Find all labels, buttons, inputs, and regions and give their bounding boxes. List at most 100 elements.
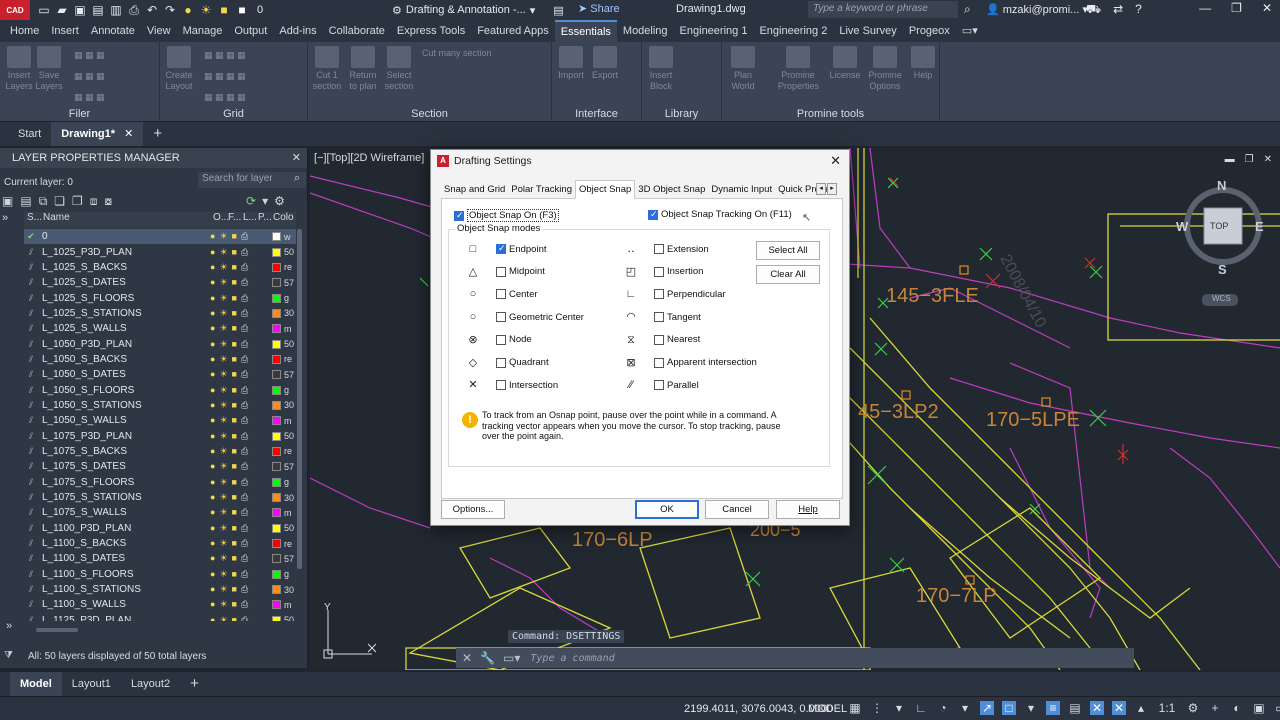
web-mobile-icon[interactable]: ▥ — [110, 3, 122, 17]
insert-block-button[interactable]: Insert Block — [644, 46, 678, 92]
layer-name[interactable]: L_1025_S_FLOORS — [38, 293, 208, 304]
layer-row[interactable]: ⫽ L_1075_S_BACKS ● ☀ ■ ⎙ re — [24, 444, 296, 459]
layer-color-swatch[interactable] — [272, 324, 281, 334]
bulb-on-icon[interactable]: ● — [210, 277, 215, 288]
layer-color-swatch[interactable] — [272, 585, 281, 595]
redo-icon[interactable]: ↷ — [164, 3, 176, 17]
layer-color-swatch[interactable] — [272, 247, 281, 257]
create-layout-button[interactable]: Create Layout — [162, 46, 196, 92]
hardware-acceleration-icon[interactable]: ▣ — [1252, 701, 1266, 715]
layer-row[interactable]: ⫽ L_1100_S_DATES ● ☀ ■ ⎙ 57 — [24, 551, 296, 566]
bulb-on-icon[interactable]: ● — [210, 615, 215, 621]
osnap-dropdown-icon[interactable]: ▾ — [1024, 701, 1038, 715]
tab-3d-object-snap[interactable]: 3D Object Snap — [635, 181, 708, 198]
tab-object-snap[interactable]: Object Snap — [575, 180, 636, 199]
layer-name[interactable]: L_1025_S_WALLS — [38, 323, 208, 334]
dialog-close-button[interactable]: ✕ — [830, 153, 841, 169]
gear-icon[interactable]: ⚙ — [274, 194, 285, 208]
clear-all-button[interactable]: Clear All — [756, 265, 820, 284]
ribbon-tab-modeling[interactable]: Modeling — [617, 20, 674, 42]
unlock-icon[interactable]: ■ — [232, 553, 237, 564]
ribbon-tab-output[interactable]: Output — [228, 20, 273, 42]
snap-mode-perpendicular[interactable]: ∟ Perpendicular — [624, 288, 726, 300]
new-tab-button[interactable]: + — [143, 122, 172, 146]
layer-color-swatch[interactable] — [272, 293, 281, 303]
ribbon-tab-live-survey[interactable]: Live Survey — [833, 20, 902, 42]
plot-icon[interactable]: ⎙ — [241, 431, 248, 442]
gear-icon[interactable]: ⚙ — [1186, 701, 1200, 715]
layer-name[interactable]: L_1100_S_DATES — [38, 553, 208, 564]
layer-name[interactable]: L_1100_S_STATIONS — [38, 584, 208, 595]
snap-mode-extension[interactable]: ․․ Extension — [624, 243, 708, 255]
plot-icon[interactable]: ⎙ — [241, 262, 248, 273]
snap-mode-checkbox[interactable] — [496, 334, 506, 345]
layer-row[interactable]: ⫽ L_1050_P3D_PLAN ● ☀ ■ ⎙ 50 — [24, 336, 296, 351]
exchange-icon[interactable]: ⇄ — [1113, 2, 1123, 18]
return-plan-button[interactable]: Return to plan — [346, 46, 380, 92]
layer-name[interactable]: L_1050_S_WALLS — [38, 415, 208, 426]
layer-color-swatch[interactable] — [272, 615, 281, 621]
snap-mode-checkbox[interactable] — [654, 244, 664, 254]
layer-name[interactable]: L_1050_S_STATIONS — [38, 400, 208, 411]
layer-search-input[interactable]: Search for layer — [198, 172, 306, 188]
layer-color-swatch[interactable] — [272, 523, 281, 533]
set-current-icon[interactable]: ⧇ — [104, 194, 112, 209]
layer-color-swatch[interactable] — [272, 493, 281, 503]
col-name[interactable]: Name — [40, 212, 210, 228]
ribbon-tab-featured-apps[interactable]: Featured Apps — [471, 20, 555, 42]
sun-thaw-icon[interactable]: ☀ — [219, 339, 227, 350]
bulb-on-icon[interactable]: ● — [210, 477, 215, 488]
layer-color-swatch[interactable] — [272, 232, 281, 242]
bulb-on-icon[interactable]: ● — [210, 400, 215, 411]
snap-mode-checkbox[interactable] — [496, 266, 506, 277]
osnap-on-checkbox[interactable]: Object Snap On (F3) — [454, 209, 559, 222]
col-lock[interactable]: L... — [240, 212, 257, 228]
sun-thaw-icon[interactable]: ☀ — [219, 553, 227, 564]
unlock-icon[interactable]: ■ — [232, 446, 237, 457]
layer-states-icon[interactable]: ⧉ — [39, 194, 48, 209]
restore-icon[interactable]: ❐ — [1245, 154, 1254, 165]
unlock-icon[interactable]: ■ — [232, 538, 237, 549]
bulb-on-icon[interactable]: ● — [210, 492, 215, 503]
plot-icon[interactable]: ⎙ — [241, 339, 248, 350]
snap-mode-checkbox[interactable] — [654, 334, 664, 345]
unlock-icon[interactable]: ■ — [232, 400, 237, 411]
plot-icon[interactable]: ⎙ — [241, 385, 248, 396]
unlock-icon[interactable]: ■ — [232, 523, 237, 534]
plan-world-button[interactable]: Plan World — [726, 46, 760, 92]
bulb-on-icon[interactable]: ● — [210, 538, 215, 549]
unlock-icon[interactable]: ■ — [232, 461, 237, 472]
auto-scale-icon[interactable]: ✕ — [1112, 701, 1126, 715]
plot-icon[interactable]: ⎙ — [241, 584, 248, 595]
new-group-filter-icon[interactable]: ▤ — [20, 194, 31, 209]
bulb-on-icon[interactable]: ● — [210, 339, 215, 350]
unlock-icon[interactable]: ■ — [232, 477, 237, 488]
open-folder-icon[interactable]: ▰ — [56, 3, 68, 17]
plot-icon[interactable]: ⎙ — [241, 277, 248, 288]
sun-thaw-icon[interactable]: ☀ — [219, 461, 227, 472]
snap-mode-checkbox[interactable] — [654, 312, 664, 323]
command-input[interactable]: Type a command — [526, 653, 614, 664]
bulb-on-icon[interactable]: ● — [210, 247, 215, 258]
save-icon[interactable]: ▣ — [74, 3, 86, 17]
new-layout-button[interactable]: + — [180, 672, 209, 696]
command-line[interactable]: ✕ 🔧 ▭▾ Type a command — [456, 648, 1134, 668]
snap-mode-parallel[interactable]: ∕∕ Parallel — [624, 379, 699, 391]
help-search-input[interactable]: Type a keyword or phrase — [808, 1, 958, 18]
annotation-scale-icon[interactable]: ▴ — [1134, 701, 1148, 715]
lineweight-icon[interactable]: ≡ — [1046, 701, 1060, 715]
layout-tab-layout2[interactable]: Layout2 — [121, 672, 180, 696]
unlock-icon[interactable]: ■ — [232, 262, 237, 273]
workspace-toggle-icon[interactable]: ▤ — [553, 4, 563, 17]
unlock-icon[interactable]: ■ — [232, 615, 237, 621]
cancel-button[interactable]: Cancel — [705, 500, 769, 519]
layer-name[interactable]: L_1050_S_FLOORS — [38, 385, 208, 396]
sun-thaw-icon[interactable]: ☀ — [219, 538, 227, 549]
ribbon-tab-engineering-2[interactable]: Engineering 2 — [753, 20, 833, 42]
snap-mode-tangent[interactable]: ◠ Tangent — [624, 311, 701, 323]
layer-name[interactable]: L_1075_P3D_PLAN — [38, 431, 208, 442]
layer-color-swatch[interactable] — [272, 554, 281, 564]
snap-mode-checkbox[interactable] — [654, 289, 664, 300]
snap-mode-checkbox[interactable] — [654, 380, 664, 391]
ortho-icon[interactable]: ∟ — [914, 701, 928, 715]
